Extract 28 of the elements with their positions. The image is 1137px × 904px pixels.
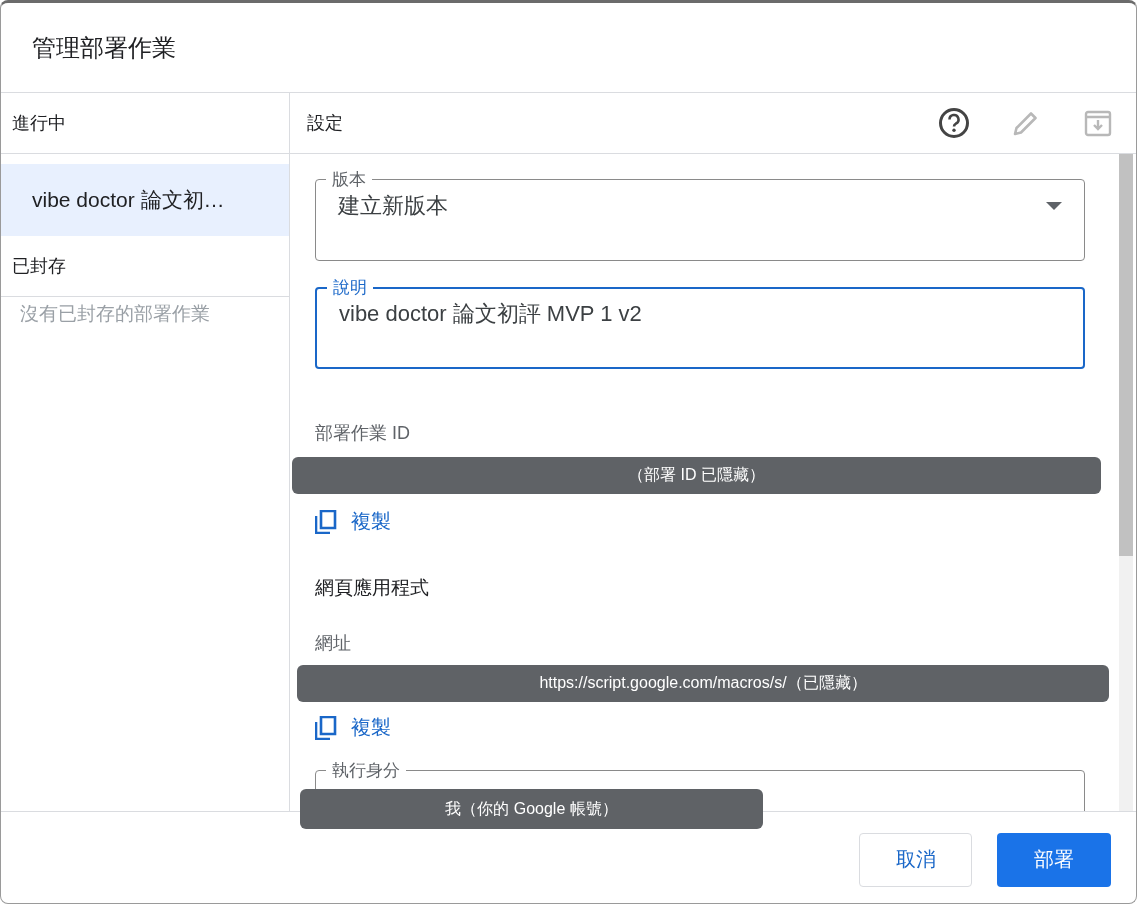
scrollbar[interactable]	[1119, 154, 1133, 811]
settings-heading: 設定	[307, 112, 344, 135]
field-label: 說明	[332, 277, 368, 299]
copy-link[interactable]: 複製	[315, 714, 391, 741]
sidebar-heading: 已封存	[1, 236, 289, 297]
redacted-url: https://script.google.com/macros/s/（已隱藏）	[297, 665, 1109, 702]
version-select[interactable]: 版本 建立新版本	[315, 168, 1085, 261]
archive-icon	[1084, 109, 1112, 137]
dropdown-caret-icon	[1046, 202, 1062, 210]
empty-message: 沒有已封存的部署作業	[19, 302, 211, 326]
copy-icon	[315, 715, 337, 740]
help-button[interactable]	[938, 107, 970, 139]
section-heading: 網頁應用程式	[315, 576, 430, 600]
copy-icon	[315, 509, 337, 534]
field-label: 版本	[331, 169, 367, 191]
deploy-button[interactable]: 部署	[997, 832, 1111, 887]
sidebar-heading: 進行中	[1, 93, 289, 154]
description-field[interactable]: 說明 vibe doctor 論文初評 MVP 1 v2	[315, 276, 1085, 369]
dialog-title: 管理部署作業	[32, 32, 176, 63]
help-icon	[938, 107, 970, 139]
copy-link[interactable]: 複製	[315, 508, 391, 535]
redacted-value: （部署 ID 已隱藏）	[292, 457, 1101, 494]
redacted-value: 我（你的 Google 帳號）	[300, 789, 763, 829]
field-label: 網址	[315, 632, 352, 655]
deployment-item[interactable]: vibe doctor 論文初…	[1, 164, 289, 236]
cancel-button[interactable]: 取消	[859, 832, 972, 887]
field-label: 部署作業 ID	[315, 422, 411, 445]
field-label: 執行身分	[331, 760, 401, 782]
